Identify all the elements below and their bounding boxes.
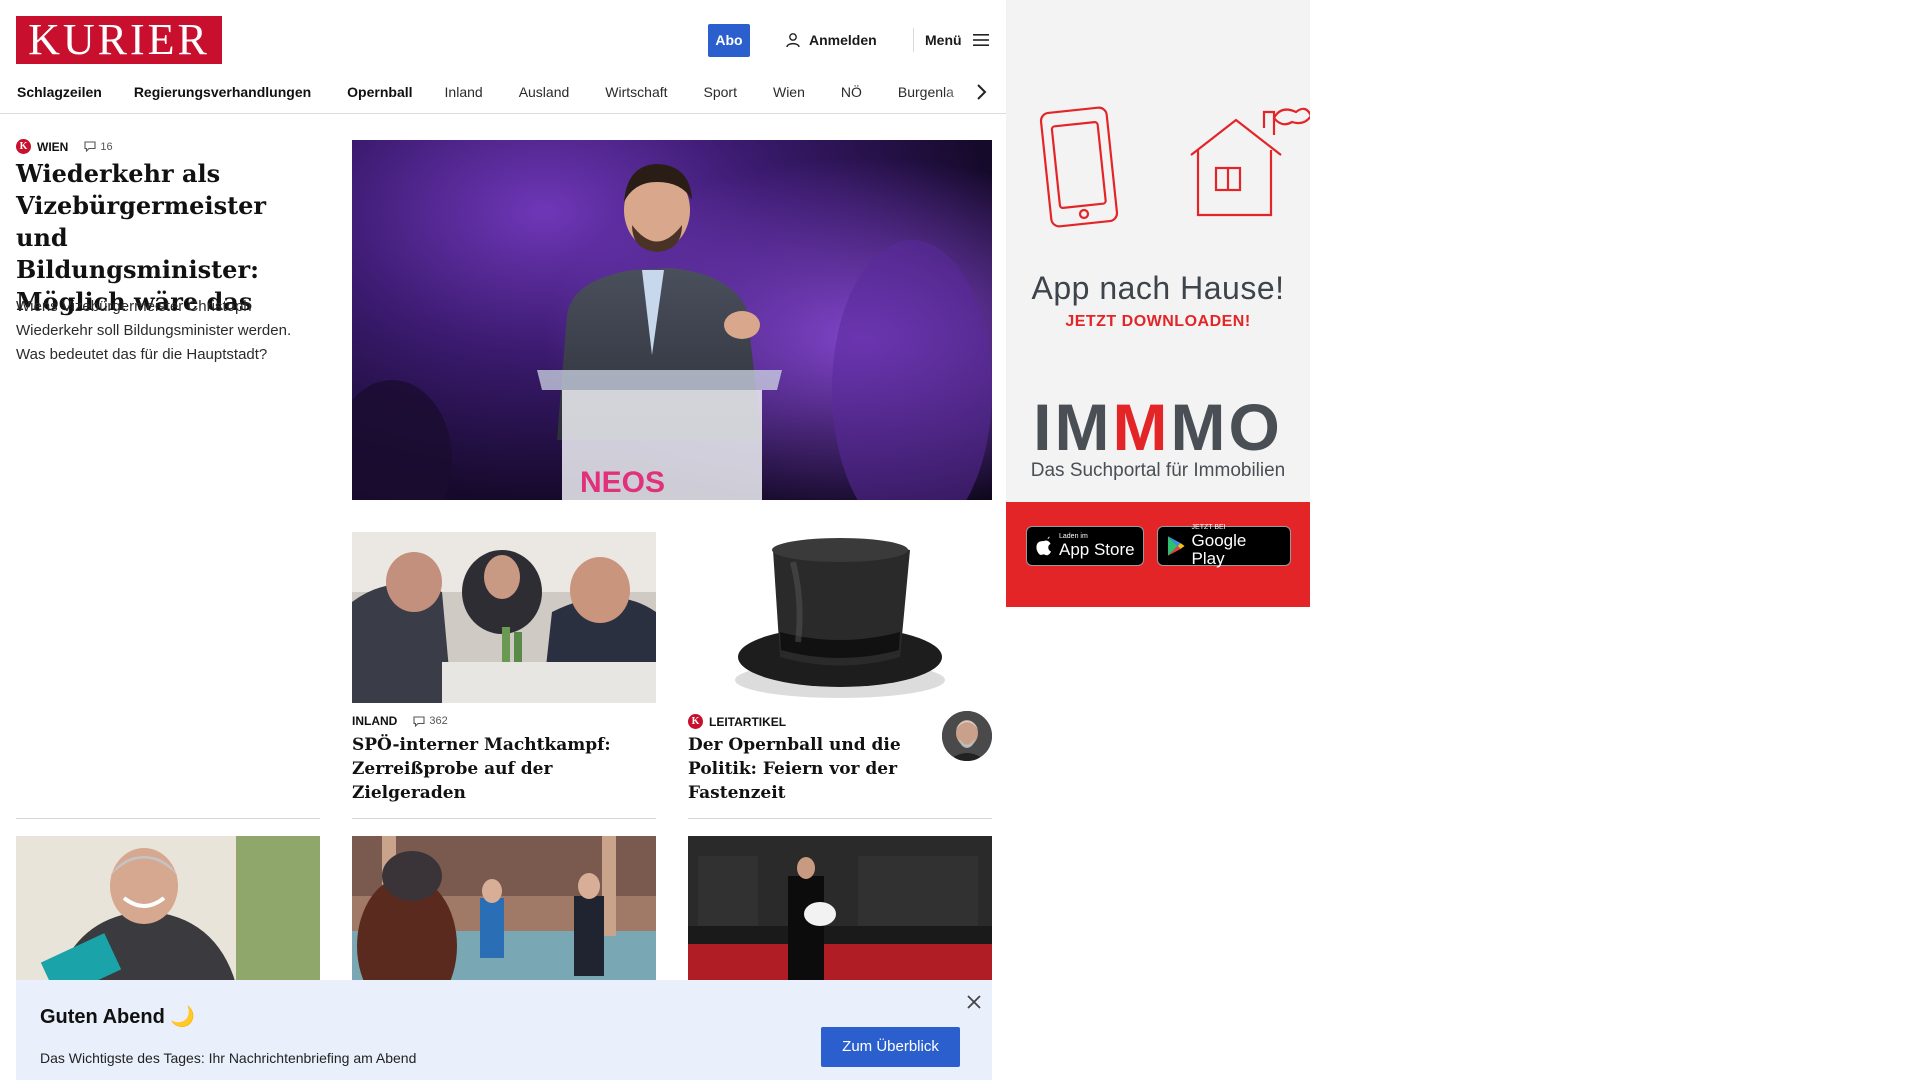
phone-house-illustration: [1039, 106, 1310, 228]
tv-studio-photo: [352, 836, 656, 984]
card-headline-spoe[interactable]: SPÖ-interner Machtkampf: Zerreißprobe au…: [352, 733, 656, 805]
lead-comment-count: 16: [100, 140, 113, 153]
login-label: Anmelden: [809, 32, 877, 48]
ad-store-bar: Laden im App Store JETZT BEI Google Play: [1006, 502, 1310, 607]
ad-subline: JETZT DOWNLOADEN!: [1065, 313, 1251, 330]
immmo-advertisement[interactable]: App nach Hause! JETZT DOWNLOADEN! IMMMO …: [1006, 0, 1310, 607]
top-hat-photo: [688, 532, 992, 703]
google-play-icon: [1167, 536, 1185, 556]
app-store-label: App Store: [1059, 540, 1135, 559]
card-comment-count-inland: 362: [429, 715, 448, 727]
briefing-title: Guten Abend 🌙: [40, 1006, 196, 1028]
user-icon: [786, 33, 800, 48]
evening-briefing-banner: Guten Abend 🌙 Das Wichtigste des Tages: …: [16, 980, 992, 1080]
lead-kicker: K WIEN 16: [16, 139, 113, 154]
google-play-label: Google Play: [1191, 531, 1247, 568]
apple-icon: [1036, 536, 1051, 556]
nav-item-wirtschaft[interactable]: Wirtschaft: [605, 84, 667, 100]
row-divider: [688, 818, 992, 819]
nav-item-ausland[interactable]: Ausland: [519, 84, 570, 100]
comment-icon: [413, 715, 425, 727]
hamburger-icon: [972, 34, 989, 46]
immmo-logo: IMMMO: [1033, 390, 1283, 464]
card-kicker-leitartikel: K LEITARTIKEL: [688, 714, 786, 729]
lead-teaser[interactable]: Wiens Vizebürgermeister Christoph Wieder…: [16, 295, 322, 367]
kurier-k-icon: K: [688, 714, 703, 729]
nav-item-opernball[interactable]: Opernball: [347, 84, 412, 100]
section-nav: Schlagzeilen Regierungsverhandlungen Ope…: [0, 70, 1006, 114]
menu-button[interactable]: Menü: [925, 30, 990, 50]
card-category-leitartikel[interactable]: LEITARTIKEL: [709, 715, 786, 729]
author-avatar[interactable]: [942, 711, 992, 761]
card-kicker-inland: INLAND 362: [352, 714, 448, 728]
menu-label: Menü: [925, 32, 962, 48]
lead-comments[interactable]: 16: [84, 140, 113, 153]
nav-item-sport[interactable]: Sport: [704, 84, 737, 100]
card-image-row3-right[interactable]: [688, 836, 992, 984]
section-nav-items: Schlagzeilen Regierungsverhandlungen Ope…: [17, 70, 983, 113]
nav-item-regierungsverhandlungen[interactable]: Regierungsverhandlungen: [134, 84, 311, 100]
app-store-badge[interactable]: Laden im App Store: [1026, 526, 1144, 566]
house-icon: [1190, 118, 1282, 156]
lead-image[interactable]: NEOS: [352, 140, 992, 500]
nav-item-schlagzeilen[interactable]: Schlagzeilen: [17, 84, 102, 100]
briefing-text: Das Wichtigste des Tages: Ihr Nachrichte…: [40, 1050, 417, 1066]
lead-headline[interactable]: Wiederkehr als Vizebürgermeister und Bil…: [16, 158, 316, 318]
header-divider: [913, 28, 914, 52]
author-photo: [942, 711, 992, 761]
spoe-photo: [352, 532, 656, 703]
red-carpet-photo: [688, 836, 992, 984]
ad-headline: App nach Hause!: [1031, 270, 1285, 306]
card-image-row3-left[interactable]: [16, 836, 320, 984]
ad-tagline: Das Suchportal für Immobilien: [1030, 460, 1286, 481]
card-headline-opernball[interactable]: Der Opernball und die Politik: Feiern vo…: [688, 733, 933, 805]
comment-icon: [84, 141, 96, 152]
card-category-inland[interactable]: INLAND: [352, 714, 397, 728]
card-comments-inland[interactable]: 362: [413, 715, 448, 727]
row-divider: [16, 818, 320, 819]
nav-item-inland[interactable]: Inland: [445, 84, 483, 100]
lead-category[interactable]: WIEN: [37, 140, 68, 154]
kurier-k-icon: K: [16, 139, 31, 154]
kurier-logo[interactable]: KURIER: [16, 16, 222, 64]
card-image-spoe[interactable]: [352, 532, 656, 703]
kurier-site: KURIER Abo Anmelden Menü Schlagzeilen Re…: [0, 0, 1006, 1080]
lead-image-text: NEOS: [580, 466, 665, 499]
google-play-badge[interactable]: JETZT BEI Google Play: [1157, 524, 1291, 568]
close-icon[interactable]: [964, 992, 984, 1012]
nav-item-wien[interactable]: Wien: [773, 84, 805, 100]
abo-button[interactable]: Abo: [708, 24, 750, 57]
lead-photo: NEOS: [352, 140, 992, 500]
card-image-opernball[interactable]: [688, 532, 992, 703]
nav-item-noe[interactable]: NÖ: [841, 84, 862, 100]
login-button[interactable]: Anmelden: [785, 30, 877, 50]
briefing-overview-button[interactable]: Zum Überblick: [821, 1027, 960, 1067]
portrait-photo: [16, 836, 320, 984]
card-image-row3-middle[interactable]: [352, 836, 656, 984]
phone-icon: [1039, 106, 1119, 228]
row-divider: [352, 818, 656, 819]
chevron-right-icon[interactable]: [972, 80, 992, 104]
